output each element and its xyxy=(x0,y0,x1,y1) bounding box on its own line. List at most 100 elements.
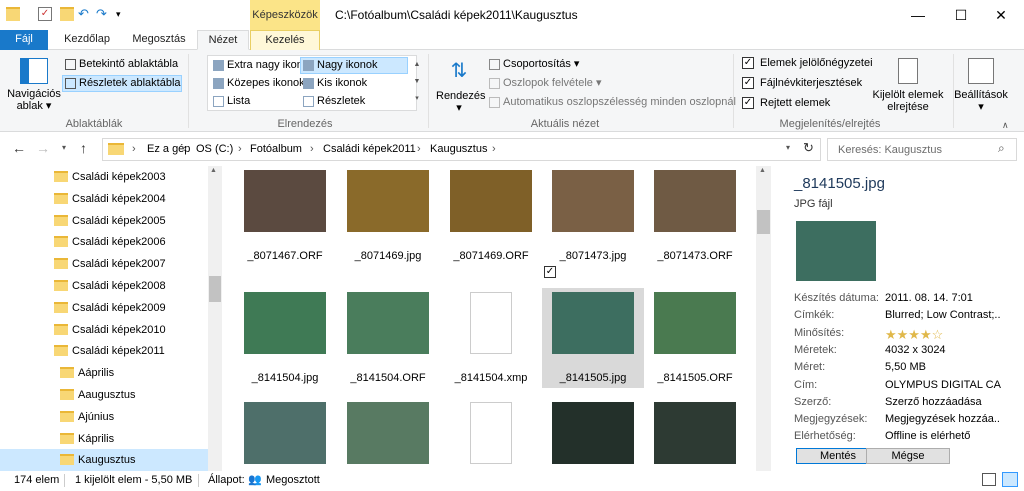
navigation-pane-button[interactable]: Navigációs ablak ▾ xyxy=(4,88,64,112)
property-value[interactable]: Blurred; Low Contrast;... xyxy=(885,309,1001,321)
layout-list[interactable]: Lista xyxy=(210,93,251,110)
preview-pane-label: Betekintő ablaktábla xyxy=(79,58,179,70)
cancel-button[interactable]: Mégse xyxy=(866,448,950,464)
folder-icon xyxy=(60,367,74,379)
tab-file[interactable]: Fájl xyxy=(0,30,48,50)
tab-view[interactable]: Nézet xyxy=(197,30,249,50)
rating-stars[interactable]: ★★★★☆ xyxy=(885,327,1001,343)
file-item[interactable]: _8071473.ORF xyxy=(644,166,746,266)
minimize-button[interactable]: — xyxy=(895,0,941,30)
sort-button[interactable]: Rendezés ▾ xyxy=(436,90,486,114)
property-value[interactable]: OLYMPUS DIGITAL CA... xyxy=(885,379,1001,391)
up-icon[interactable]: ↑ xyxy=(80,140,87,156)
nav-scrollbar[interactable] xyxy=(208,166,222,471)
details-view-icon[interactable] xyxy=(982,473,996,486)
file-item[interactable]: _8141505.ORF xyxy=(644,288,746,388)
add-columns-button[interactable]: Oszlopok felvétele ▾ xyxy=(486,75,602,92)
back-icon[interactable]: ← xyxy=(12,140,26,156)
file-name: _8141504.jpg xyxy=(251,372,319,384)
checkbox-hidden-items[interactable]: ✓ xyxy=(742,97,754,109)
hide-selected-button[interactable]: Kijelölt elemek elrejtése xyxy=(868,89,948,113)
nav-item[interactable]: Aaugusztus xyxy=(0,384,208,406)
context-tab-label: Képeszközök xyxy=(252,9,318,21)
gallery-scroll[interactable]: ▲ ▼ ▾ xyxy=(413,56,421,110)
nav-item[interactable]: Kaugusztus xyxy=(0,449,208,472)
file-item[interactable]: _8141504.xmp xyxy=(440,288,542,388)
nav-item[interactable]: Családi képek2006 xyxy=(0,231,208,253)
tab-home[interactable]: Kezdőlap xyxy=(56,30,118,50)
autofit-columns-button[interactable]: Automatikus oszlopszélesség minden oszlo… xyxy=(486,94,737,111)
group-by-button[interactable]: Csoportosítás ▾ xyxy=(486,56,580,73)
autofit-label: Automatikus oszlopszélesség minden oszlo… xyxy=(503,96,736,108)
property-value[interactable]: 5,50 MB xyxy=(885,361,1001,373)
redo-icon[interactable]: ↷ xyxy=(96,7,110,21)
item-checkbox[interactable]: ✓ xyxy=(544,266,556,278)
search-input[interactable]: Keresés: Kaugusztus xyxy=(827,138,1017,161)
file-item[interactable]: _8071469.jpg xyxy=(337,166,439,266)
customize-toolbar-icon[interactable]: ▾ xyxy=(116,7,130,21)
file-item[interactable]: _8141504.ORF xyxy=(337,288,439,388)
recent-locations-icon[interactable]: ▾ xyxy=(62,143,66,152)
file-item[interactable] xyxy=(234,398,336,471)
properties-icon[interactable]: ✓ xyxy=(38,7,52,21)
layout-details[interactable]: Részletek xyxy=(300,93,366,110)
details-pane-button[interactable]: Részletek ablaktábla xyxy=(62,75,182,92)
file-item[interactable] xyxy=(644,398,746,471)
scroll-up-icon[interactable]: ▲ xyxy=(210,167,217,174)
close-button[interactable]: ✕ xyxy=(978,0,1024,30)
file-name: _8141504.xmp xyxy=(454,372,528,384)
folder-icon[interactable] xyxy=(6,7,20,21)
nav-item[interactable]: Családi képek2009 xyxy=(0,297,208,319)
content-scroll-thumb[interactable] xyxy=(757,210,770,234)
address-dropdown-icon[interactable]: ▾ xyxy=(786,143,790,152)
breadcrumb-current[interactable]: Kaugusztus xyxy=(430,143,487,155)
breadcrumb-drive[interactable]: OS (C:) xyxy=(196,143,233,155)
scroll-up-icon[interactable]: ▲ xyxy=(759,167,766,174)
file-item[interactable]: _8141505.jpg ✓ xyxy=(542,266,644,388)
property-value[interactable]: Offline is elérhető xyxy=(885,430,1001,442)
breadcrumb-family-2011[interactable]: Családi képek2011 xyxy=(323,143,416,155)
refresh-icon[interactable]: ↻ xyxy=(803,140,814,156)
file-item[interactable] xyxy=(440,398,542,471)
nav-item[interactable]: Káprilis xyxy=(0,428,208,450)
property-value[interactable]: 2011. 08. 14. 7:01 xyxy=(885,292,1001,304)
undo-icon[interactable]: ↶ xyxy=(78,7,92,21)
layout-large[interactable]: Nagy ikonok xyxy=(300,57,408,74)
nav-item[interactable]: Családi képek2011 xyxy=(0,340,208,362)
tab-manage[interactable]: Kezelés xyxy=(250,30,320,50)
tab-share[interactable]: Megosztás xyxy=(124,30,194,50)
file-item[interactable]: _8141504.jpg xyxy=(234,288,336,388)
checkbox-item-checkboxes[interactable]: ✓ xyxy=(742,57,754,69)
forward-icon[interactable]: → xyxy=(36,140,50,156)
layout-medium[interactable]: Közepes ikonok xyxy=(210,75,306,92)
nav-item[interactable]: Családi képek2005 xyxy=(0,210,208,232)
large-icons-view-icon[interactable] xyxy=(1002,472,1018,487)
property-value[interactable]: Szerző hozzáadása xyxy=(885,396,1001,408)
property-label: Méret: xyxy=(794,361,826,374)
thumbnail-image xyxy=(347,292,429,354)
nav-item[interactable]: Ajúnius xyxy=(0,406,208,428)
nav-item[interactable]: Családi képek2008 xyxy=(0,275,208,297)
nav-item[interactable]: Aáprilis xyxy=(0,362,208,384)
property-value[interactable]: 4032 x 3024 xyxy=(885,344,1001,356)
breadcrumb-separator: › xyxy=(238,143,242,155)
breadcrumb-photo-album[interactable]: Fotóalbum xyxy=(250,143,302,155)
file-item[interactable] xyxy=(542,398,644,471)
checkbox-extensions[interactable]: ✓ xyxy=(742,77,754,89)
layout-small[interactable]: Kis ikonok xyxy=(300,75,368,92)
nav-item[interactable]: Családi képek2004 xyxy=(0,188,208,210)
file-item[interactable] xyxy=(337,398,439,471)
nav-item[interactable]: Családi képek2010 xyxy=(0,319,208,341)
options-button[interactable]: Beállítások ▾ xyxy=(950,89,1012,113)
new-folder-icon[interactable] xyxy=(60,7,74,21)
file-item[interactable]: _8071469.ORF xyxy=(440,166,542,266)
collapse-ribbon-icon[interactable]: ∧ xyxy=(1002,120,1009,131)
nav-item[interactable]: Családi képek2003 xyxy=(0,166,208,188)
preview-pane-button[interactable]: Betekintő ablaktábla xyxy=(62,56,179,73)
details-icon xyxy=(303,96,314,107)
property-value[interactable]: Megjegyzések hozzáa... xyxy=(885,413,1001,425)
file-item[interactable]: _8071467.ORF xyxy=(234,166,336,266)
file-item[interactable]: _8071473.jpg xyxy=(542,166,644,266)
nav-scroll-thumb[interactable] xyxy=(209,276,221,302)
nav-item[interactable]: Családi képek2007 xyxy=(0,253,208,275)
